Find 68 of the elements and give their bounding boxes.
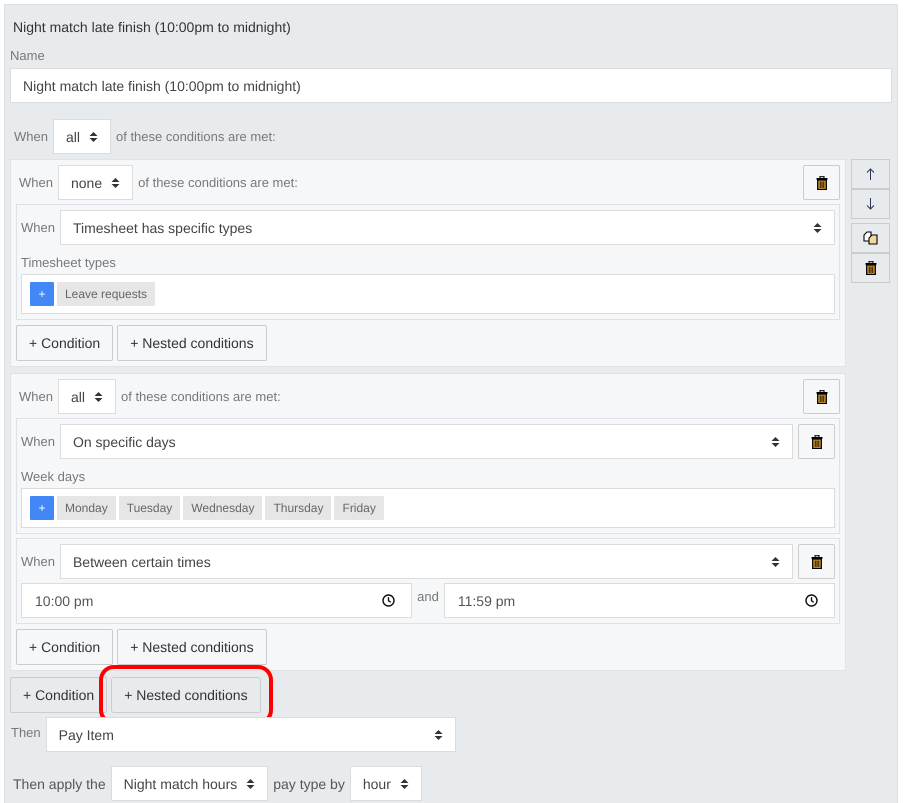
tag-field[interactable]: + Monday Tuesday Wednesday Thursday Friday [21, 488, 835, 528]
conditions-label: of these conditions are met: [120, 389, 281, 404]
conditions-label: of these conditions are met: [138, 175, 298, 190]
tag: Wednesday [183, 496, 262, 520]
rule-title: Night match late finish (10:00pm to midnight) [13, 19, 292, 35]
condition-select[interactable]: Timesheet has specific types [60, 210, 835, 245]
clock-icon [382, 594, 396, 607]
name-field[interactable]: Night match late finish (10:00pm to midnight) [10, 68, 892, 103]
caret-icon [813, 222, 822, 234]
field-label: Timesheet types [21, 255, 117, 270]
caret-icon [88, 130, 98, 142]
field-label: Week days [21, 469, 86, 484]
trash-icon [864, 261, 876, 275]
quantifier-select[interactable]: all [52, 119, 111, 154]
tag: Monday [57, 496, 116, 520]
add-button[interactable]: + Nested conditions [117, 629, 267, 665]
time-field[interactable]: 11:59 pm [444, 583, 836, 618]
tag: Friday [334, 496, 384, 520]
trash-icon [810, 554, 822, 568]
when-label: When [19, 389, 53, 404]
caret-icon [434, 728, 443, 740]
add-button[interactable]: + Condition [16, 629, 114, 665]
when-label: When [14, 129, 48, 144]
add-button[interactable]: + Nested conditions [111, 677, 261, 713]
copy-button[interactable] [851, 223, 890, 253]
field-label: Name [10, 48, 46, 63]
caret-icon [771, 556, 780, 568]
trash-icon [816, 390, 828, 404]
copy-icon [863, 231, 878, 245]
caret-icon [771, 436, 780, 448]
delete-button[interactable] [798, 544, 835, 579]
action-select[interactable]: Pay Item [46, 717, 456, 752]
conditions-label: of these conditions are met: [116, 129, 276, 144]
condition-select[interactable]: Between certain times [60, 544, 793, 579]
delete-button[interactable] [803, 379, 840, 414]
then-label: Then [11, 725, 41, 740]
tag: Leave requests [57, 282, 156, 306]
add-button[interactable]: + Nested conditions [117, 325, 267, 361]
caret-icon [94, 390, 103, 402]
apply-label: Then apply the [13, 776, 106, 792]
caret-icon [111, 176, 120, 188]
down-arrow-icon [866, 198, 875, 210]
tag: Tuesday [118, 496, 180, 520]
trash-icon [816, 176, 828, 190]
clock-icon [805, 594, 818, 607]
when-label: When [21, 554, 55, 569]
and-label: and [417, 589, 439, 604]
delete-button[interactable] [803, 165, 840, 200]
caret-icon [400, 778, 409, 790]
when-label: When [19, 175, 53, 190]
condition-select[interactable]: On specific days [60, 424, 793, 459]
trash-icon [810, 434, 822, 448]
add-button[interactable]: + Condition [10, 677, 108, 713]
when-label: When [21, 434, 55, 449]
add-button[interactable]: + Condition [16, 325, 114, 361]
delete-button[interactable] [798, 424, 835, 459]
quantifier-select[interactable]: none [58, 165, 134, 200]
up-arrow-icon [866, 168, 875, 180]
pay-type-select[interactable]: Night match hours [110, 766, 268, 801]
time-field[interactable]: 10:00 pm [21, 583, 412, 618]
delete-button[interactable] [851, 253, 890, 283]
tag: Thursday [265, 496, 332, 520]
when-label: When [21, 220, 55, 235]
quantifier-select[interactable]: all [58, 379, 116, 414]
unit-select[interactable]: hour [350, 766, 422, 801]
pay-type-label: pay type by [273, 776, 345, 792]
caret-icon [246, 778, 256, 790]
tag-field[interactable]: + Leave requests [21, 274, 835, 314]
